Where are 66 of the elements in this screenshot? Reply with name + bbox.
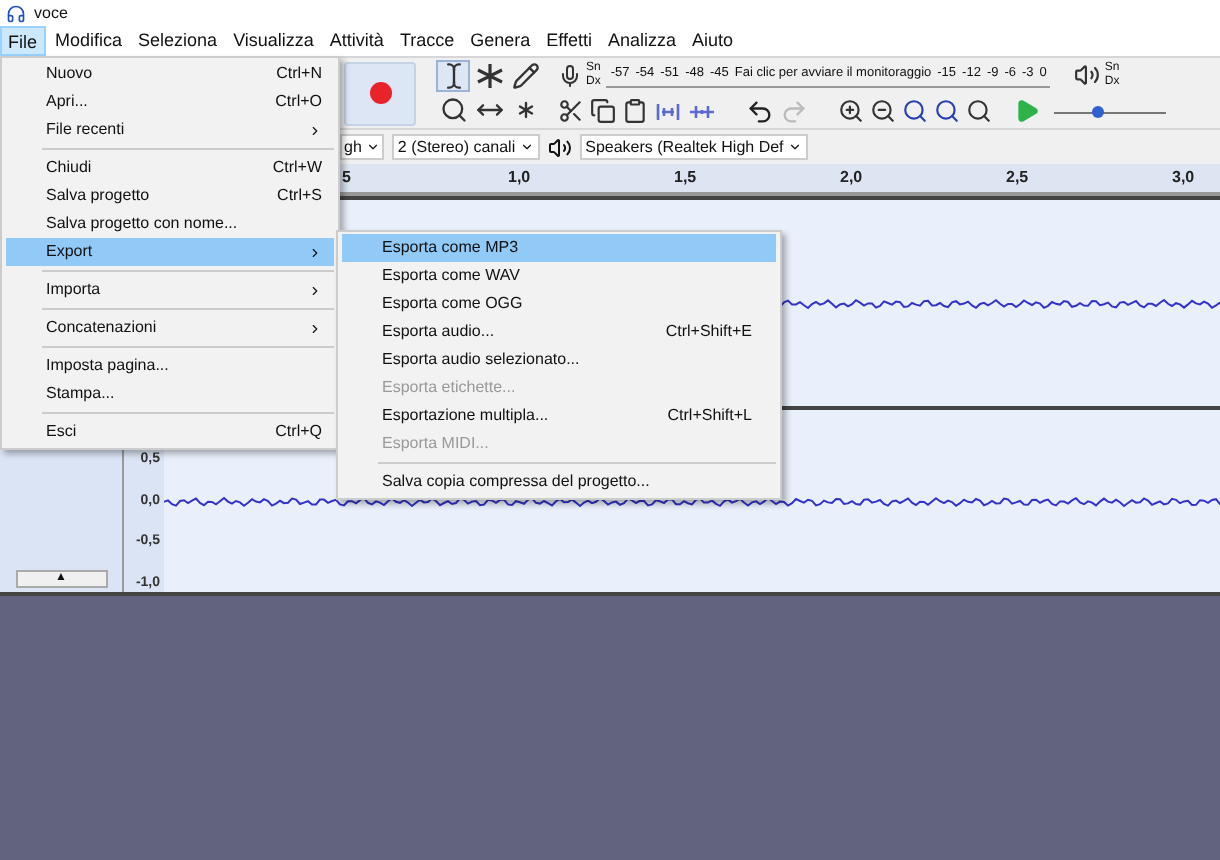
- menu-item[interactable]: File recenti: [6, 116, 334, 144]
- ruler-label: 5: [342, 166, 351, 190]
- menu-item[interactable]: Aiuto: [686, 26, 740, 56]
- menu-item[interactable]: Visualizza: [227, 26, 320, 56]
- menu-item[interactable]: Esporta audio selezionato...: [342, 346, 776, 374]
- menu-item[interactable]: Esporta come MP3: [342, 234, 776, 262]
- tool-button[interactable]: [508, 60, 542, 92]
- window-title: voce: [34, 5, 68, 21]
- menu-item[interactable]: Chiudi Ctrl+W: [6, 154, 334, 182]
- menu-item[interactable]: Concatenazioni: [6, 314, 334, 342]
- menu-item[interactable]: Tracce: [393, 26, 461, 56]
- tool-button[interactable]: [436, 60, 470, 92]
- zoom-in-icon[interactable]: [838, 98, 864, 124]
- tool-button[interactable]: [436, 94, 470, 126]
- dropdown[interactable]: Speakers (Realtek High Def: [579, 134, 808, 160]
- caret-icon: [365, 140, 380, 154]
- menu-item[interactable]: Esporta come OGG: [342, 290, 776, 318]
- menu-item[interactable]: Export: [6, 238, 334, 266]
- menu-item[interactable]: Stampa...: [6, 380, 334, 408]
- tool-button[interactable]: [472, 60, 506, 92]
- menu-item[interactable]: Salva progetto Ctrl+S: [6, 182, 334, 210]
- menu-item[interactable]: Salva copia compressa del progetto...: [342, 468, 776, 496]
- ruler-label: 1,5: [674, 166, 697, 190]
- magnifier-icon[interactable]: [934, 98, 960, 124]
- ruler-label: 2,5: [1006, 166, 1029, 190]
- pencil-icon: [511, 62, 539, 90]
- menu-item[interactable]: File: [0, 26, 46, 56]
- scissors-icon[interactable]: [558, 98, 584, 124]
- speaker-icon: [547, 135, 572, 159]
- caret-icon: [519, 140, 534, 154]
- paste-icon[interactable]: [622, 98, 648, 124]
- ruler-label: 2,0: [840, 166, 863, 190]
- menu-item[interactable]: Salva progetto con nome...: [6, 210, 334, 238]
- dropdown[interactable]: 2 (Stereo) canali: [391, 134, 540, 160]
- menu-item[interactable]: Esporta audio... Ctrl+Shift+E: [342, 318, 776, 346]
- magnifier-icon[interactable]: [902, 98, 928, 124]
- magnifier-icon: [439, 96, 467, 124]
- speaker-icon[interactable]: [1074, 62, 1101, 88]
- menu-item[interactable]: Genera: [464, 26, 537, 56]
- menu-item[interactable]: Esportazione multipla... Ctrl+Shift+L: [342, 402, 776, 430]
- zoom-out-icon[interactable]: [870, 98, 896, 124]
- ruler-label: 3,0: [1172, 166, 1195, 190]
- slider-thumb[interactable]: [1092, 105, 1105, 117]
- speed-slider[interactable]: [1054, 101, 1166, 121]
- copy-icon[interactable]: [590, 98, 616, 124]
- undo-icon[interactable]: [746, 97, 774, 125]
- caret-icon: [787, 140, 802, 154]
- record-icon: [369, 82, 391, 104]
- menu-item[interactable]: Esporta come WAV: [342, 262, 776, 290]
- menu-item[interactable]: Imposta pagina...: [6, 352, 334, 380]
- menu-item[interactable]: Seleziona: [132, 26, 224, 56]
- magnifier-icon[interactable]: [966, 98, 992, 124]
- menu-item[interactable]: Esci Ctrl+Q: [6, 418, 334, 446]
- menu-item[interactable]: Apri... Ctrl+O: [6, 88, 334, 116]
- menu-item[interactable]: Nuovo Ctrl+N: [6, 60, 334, 88]
- ruler-label: 1,0: [508, 166, 531, 190]
- microphone-icon[interactable]: [558, 63, 582, 87]
- record-button[interactable]: [344, 61, 416, 125]
- trim-icon[interactable]: [654, 99, 682, 123]
- headphones-icon: [6, 3, 26, 23]
- menu-item[interactable]: Attività: [323, 26, 390, 56]
- dropdown[interactable]: gh: [340, 134, 384, 160]
- menu-item[interactable]: Modifica: [49, 26, 129, 56]
- menu-item[interactable]: Analizza: [602, 26, 683, 56]
- menu-item[interactable]: Effetti: [540, 26, 598, 56]
- menu-item[interactable]: Importa: [6, 276, 334, 304]
